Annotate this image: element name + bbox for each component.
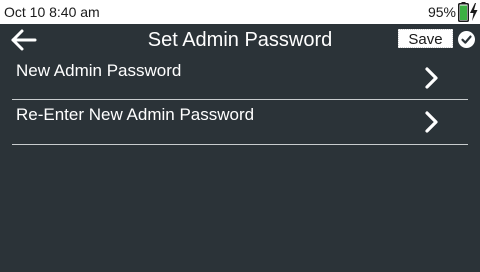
chevron-right-icon (424, 111, 440, 133)
status-datetime: Oct 10 8:40 am (4, 4, 100, 20)
check-circle-icon[interactable] (458, 31, 475, 48)
menu-item-label: New Admin Password (16, 61, 182, 80)
menu-item-reenter-admin-password[interactable]: Re-Enter New Admin Password (12, 100, 468, 145)
menu-item-label: Re-Enter New Admin Password (16, 105, 255, 124)
status-bar: Oct 10 8:40 am 95% (0, 0, 480, 24)
charging-bolt-icon (469, 2, 478, 22)
header-bar: Set Admin Password Save (0, 24, 480, 56)
chevron-right-icon (424, 67, 440, 89)
status-indicators: 95% (428, 2, 478, 22)
save-button[interactable]: Save (398, 29, 453, 48)
back-button[interactable] (10, 28, 38, 52)
battery-charging-icon (458, 2, 469, 22)
back-arrow-icon (11, 29, 37, 51)
battery-percent: 95% (427, 4, 456, 20)
menu-item-new-admin-password[interactable]: New Admin Password (12, 56, 468, 100)
